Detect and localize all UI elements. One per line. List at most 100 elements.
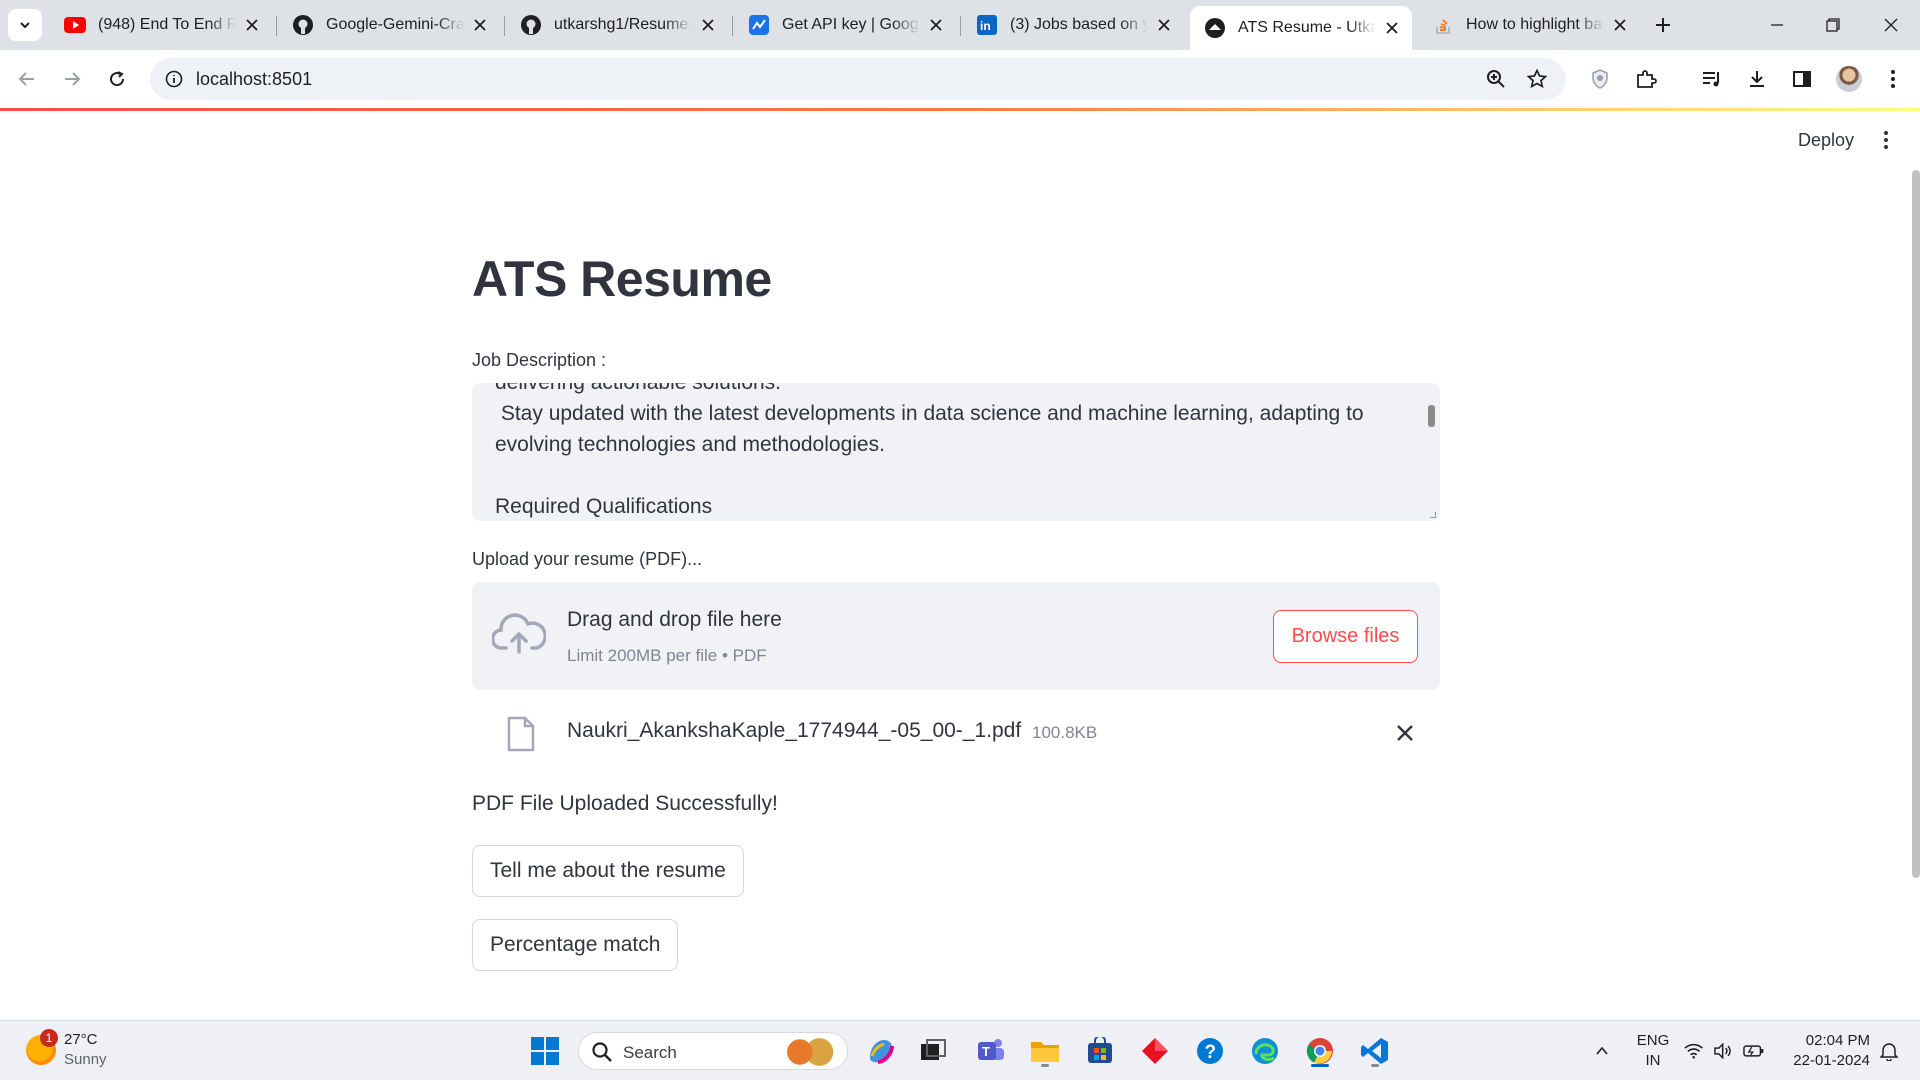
back-button[interactable] xyxy=(10,62,44,96)
tab-search-button[interactable] xyxy=(8,9,42,41)
job-description-text[interactable]: delivering actionable solutions. Stay up… xyxy=(495,383,1395,521)
job-description-label: Job Description : xyxy=(472,350,607,370)
tab-linkedin[interactable]: in (3) Jobs based on your preferences xyxy=(962,6,1184,44)
tab-title: Get API key | Google AI Studio xyxy=(782,16,920,33)
edge-app[interactable] xyxy=(1246,1032,1284,1070)
ai-studio-icon xyxy=(748,14,770,36)
deploy-button[interactable]: Deploy xyxy=(1798,130,1854,151)
task-view-app[interactable] xyxy=(914,1032,952,1070)
tab-title: (948) End To End Resume ATS xyxy=(98,16,236,33)
tab-stackoverflow[interactable]: How to highlight background xyxy=(1418,6,1640,44)
tab-github-gemini[interactable]: Google-Gemini-Crash-Course xyxy=(278,6,500,44)
minimize-button[interactable] xyxy=(1762,10,1792,40)
show-hidden-icons-button[interactable] xyxy=(1590,1021,1614,1080)
shield-icon xyxy=(1592,69,1608,89)
close-icon[interactable] xyxy=(1382,18,1402,38)
tab-separator xyxy=(276,16,277,36)
close-icon[interactable] xyxy=(1154,15,1174,35)
side-panel-button[interactable] xyxy=(1785,62,1819,96)
taskbar-search[interactable]: Search xyxy=(578,1032,848,1070)
running-indicator xyxy=(1371,1064,1379,1067)
tab-youtube[interactable]: (948) End To End Resume ATS xyxy=(50,6,272,44)
uploaded-file-size: 100.8KB xyxy=(1032,723,1098,742)
copilot-app[interactable] xyxy=(862,1032,900,1070)
resize-handle[interactable] xyxy=(1430,512,1436,518)
tell-me-about-resume-button[interactable]: Tell me about the resume xyxy=(472,845,744,897)
info-icon[interactable] xyxy=(162,67,186,91)
page-scrollbar[interactable] xyxy=(1912,170,1920,878)
tab-title: How to highlight background xyxy=(1466,16,1604,33)
arrow-right-icon xyxy=(65,72,81,86)
close-icon[interactable] xyxy=(926,15,946,35)
upload-success-message: PDF File Uploaded Successfully! xyxy=(472,792,778,815)
edge-icon xyxy=(1252,1038,1278,1064)
profile-avatar[interactable] xyxy=(1836,66,1862,92)
browse-files-button[interactable]: Browse files xyxy=(1273,610,1418,663)
side-panel-icon xyxy=(1793,71,1811,87)
streamlit-icon xyxy=(1204,17,1226,39)
windows-logo-icon xyxy=(531,1037,559,1065)
window-close-button[interactable] xyxy=(1876,10,1906,40)
percentage-match-button[interactable]: Percentage match xyxy=(472,919,679,971)
tab-separator xyxy=(504,16,505,36)
address-bar[interactable]: localhost:8501 xyxy=(150,58,1566,100)
page-title: ATS Resume xyxy=(472,251,772,307)
start-button[interactable] xyxy=(526,1032,564,1070)
weather-temperature[interactable]: 27°C xyxy=(64,1031,98,1048)
job-description-textarea[interactable]: delivering actionable solutions. Stay up… xyxy=(472,383,1440,521)
main-menu-button[interactable] xyxy=(1876,128,1896,152)
textarea-scrollbar[interactable] xyxy=(1428,405,1435,427)
vscode-app[interactable] xyxy=(1356,1032,1394,1070)
extensions-button[interactable] xyxy=(1629,62,1663,96)
app-decoration-bar xyxy=(0,108,1920,111)
tab-ai-studio[interactable]: Get API key | Google AI Studio xyxy=(734,6,956,44)
tab-github-resume[interactable]: utkarshg1/Resume-ATS xyxy=(506,6,728,44)
language-indicator[interactable]: ENG IN xyxy=(1636,1031,1670,1071)
chevron-up-icon xyxy=(1596,1046,1608,1055)
remove-file-button[interactable] xyxy=(1392,720,1418,746)
close-icon[interactable] xyxy=(698,15,718,35)
new-tab-button[interactable] xyxy=(1650,12,1676,38)
tab-title: Google-Gemini-Crash-Course xyxy=(326,16,464,33)
restore-button[interactable] xyxy=(1818,10,1848,40)
kebab-menu-icon xyxy=(1891,70,1895,88)
downloads-button[interactable] xyxy=(1740,62,1774,96)
notifications-button[interactable] xyxy=(1874,1021,1904,1080)
chrome-app[interactable] xyxy=(1301,1032,1339,1070)
plus-icon xyxy=(1656,18,1670,32)
bookmark-star-icon[interactable] xyxy=(1525,67,1549,91)
url-text[interactable]: localhost:8501 xyxy=(196,69,312,90)
close-icon[interactable] xyxy=(242,15,262,35)
weather-description[interactable]: Sunny xyxy=(64,1051,107,1068)
tab-title: (3) Jobs based on your preferences xyxy=(1010,16,1148,33)
media-controls-button[interactable] xyxy=(1695,62,1729,96)
menu-dot xyxy=(1884,131,1888,135)
teams-app[interactable]: T xyxy=(972,1032,1010,1070)
language-region: IN xyxy=(1645,1052,1661,1069)
uploaded-file-name: Naukri_AkankshaKaple_1774944_-05_00-_1.p… xyxy=(567,719,1022,742)
dropzone-title: Drag and drop file here xyxy=(567,608,782,631)
get-help-app[interactable]: ? xyxy=(1191,1032,1229,1070)
diamond-app[interactable] xyxy=(1136,1032,1174,1070)
browser-toolbar: localhost:8501 xyxy=(0,50,1920,108)
svg-text:T: T xyxy=(982,1044,990,1059)
linkedin-icon: in xyxy=(976,14,998,36)
system-tray-status[interactable] xyxy=(1684,1021,1764,1080)
zoom-icon[interactable] xyxy=(1484,67,1508,91)
tab-ats-resume[interactable]: ATS Resume - Utkarsh xyxy=(1190,6,1412,50)
battery-icon xyxy=(1742,1045,1764,1057)
close-icon[interactable] xyxy=(470,15,490,35)
taskbar-clock[interactable]: 02:04 PM 22-01-2024 xyxy=(1784,1031,1870,1071)
playlist-icon xyxy=(1703,72,1719,87)
stackoverflow-icon xyxy=(1432,14,1454,36)
puzzle-icon xyxy=(1637,70,1657,88)
reload-button[interactable] xyxy=(100,62,134,96)
search-highlight-image xyxy=(783,1038,839,1066)
forward-button[interactable] xyxy=(55,62,89,96)
browser-menu-button[interactable] xyxy=(1876,62,1910,96)
file-explorer-app[interactable] xyxy=(1026,1032,1064,1070)
shield-extension-button[interactable] xyxy=(1583,62,1617,96)
store-app[interactable] xyxy=(1081,1032,1119,1070)
minimize-icon xyxy=(1771,24,1783,26)
close-icon[interactable] xyxy=(1610,15,1630,35)
